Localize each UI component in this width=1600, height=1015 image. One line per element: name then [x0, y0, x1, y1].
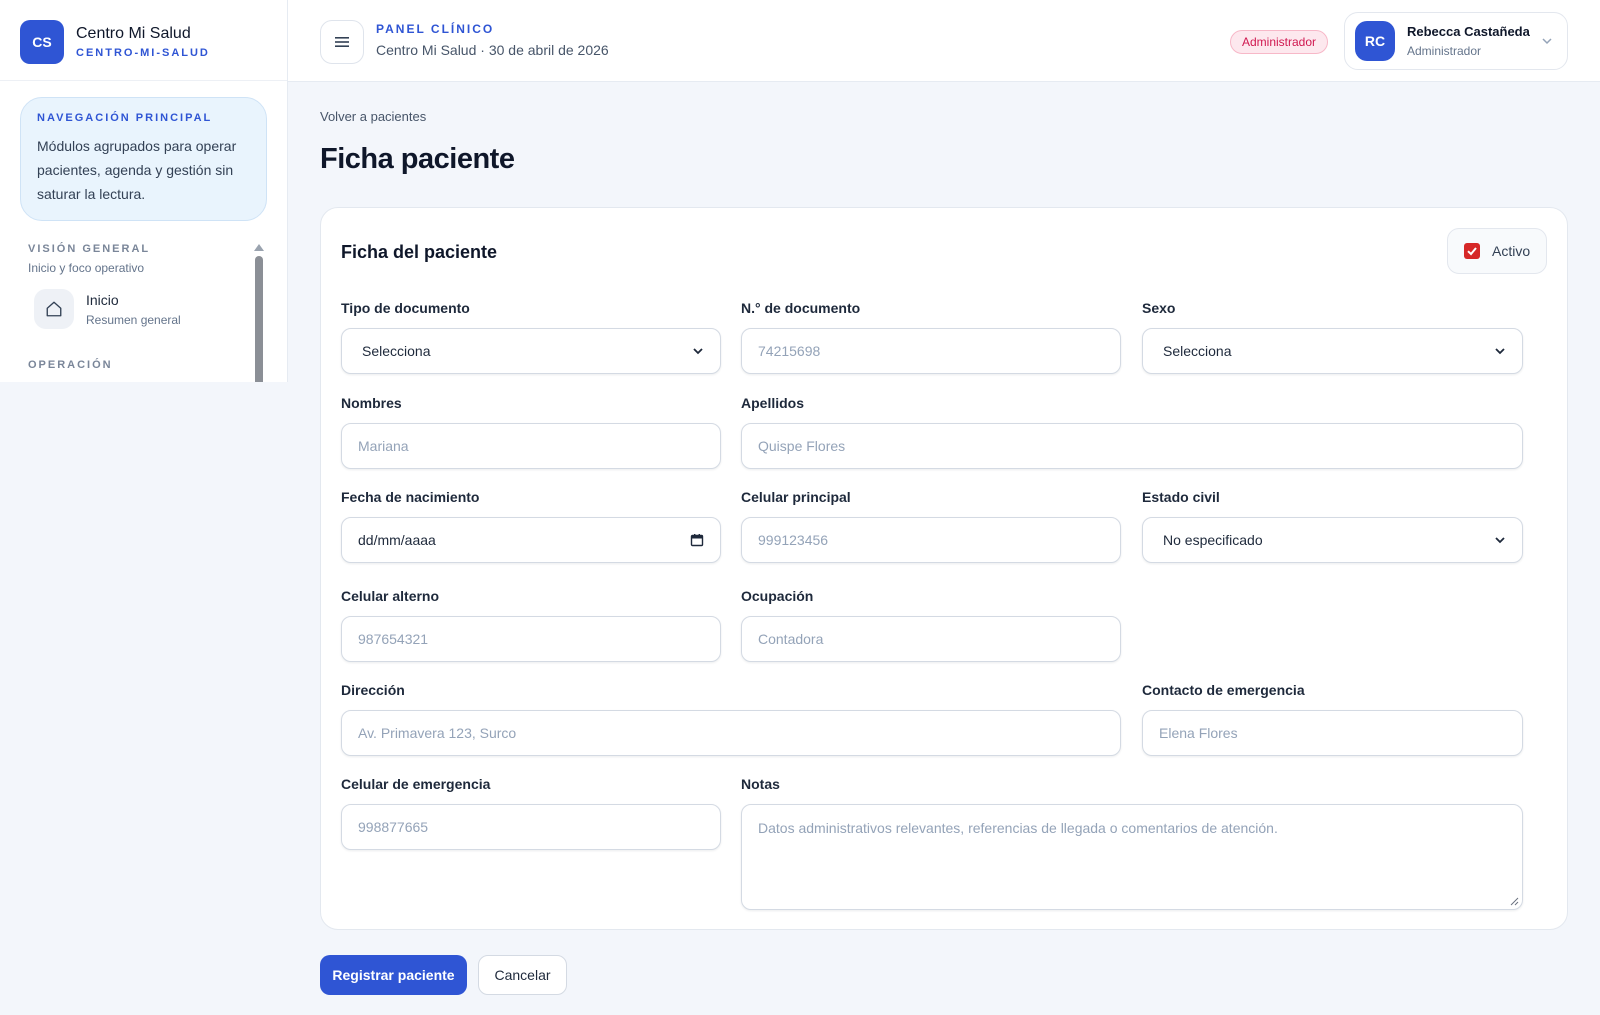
- select-value: No especificado: [1163, 532, 1263, 548]
- field-label: Celular de emergencia: [341, 776, 491, 792]
- field-direccion: Dirección Av. Primavera 123, Surco: [341, 682, 1121, 756]
- sidebar-item-inicio[interactable]: Inicio Resumen general: [34, 289, 287, 329]
- sidebar: CS Centro Mi Salud CENTRO-MI-SALUD NAVEG…: [0, 0, 288, 382]
- celular-alterno-input[interactable]: 987654321: [341, 616, 721, 662]
- home-icon: [34, 289, 74, 329]
- select-value: Selecciona: [1163, 343, 1232, 359]
- nombres-input[interactable]: Mariana: [341, 423, 721, 469]
- field-label: Tipo de documento: [341, 300, 470, 316]
- sidebar-item-label: Inicio: [86, 291, 119, 308]
- field-label: Contacto de emergencia: [1142, 682, 1305, 698]
- user-menu[interactable]: RC Rebecca Castañeda Administrador: [1344, 12, 1568, 70]
- input-placeholder: Elena Flores: [1159, 725, 1238, 741]
- notas-textarea[interactable]: Datos administrativos relevantes, refere…: [741, 804, 1523, 910]
- chevron-down-icon: [1542, 38, 1552, 45]
- scroll-thumb[interactable]: [255, 256, 263, 382]
- active-checkbox[interactable]: Activo: [1447, 228, 1547, 274]
- apellidos-input[interactable]: Quispe Flores: [741, 423, 1523, 469]
- menu-toggle-button[interactable]: [320, 20, 364, 64]
- field-notas: Notas Datos administrativos relevantes, …: [741, 776, 1523, 910]
- brand-logo: CS: [20, 20, 64, 64]
- chevron-down-icon: [1495, 537, 1505, 544]
- sexo-select[interactable]: Selecciona: [1142, 328, 1523, 374]
- celular-emergencia-input[interactable]: 998877665: [341, 804, 721, 850]
- field-label: Estado civil: [1142, 489, 1220, 505]
- brand-name: Centro Mi Salud: [76, 25, 191, 42]
- brand-slug: CENTRO-MI-SALUD: [76, 47, 210, 59]
- direccion-input[interactable]: Av. Primavera 123, Surco: [341, 710, 1121, 756]
- field-label: Dirección: [341, 682, 405, 698]
- resize-handle-icon[interactable]: [1510, 897, 1519, 906]
- input-placeholder: Contadora: [758, 631, 824, 647]
- field-apellidos: Apellidos Quispe Flores: [741, 395, 1523, 469]
- section-title-operacion: OPERACIÓN: [28, 359, 113, 371]
- celular-principal-input[interactable]: 999123456: [741, 517, 1121, 563]
- estado-civil-select[interactable]: No especificado: [1142, 517, 1523, 563]
- top-header: PANEL CLÍNICO Centro Mi Salud · 30 de ab…: [288, 0, 1600, 82]
- input-placeholder: 74215698: [758, 343, 821, 359]
- hamburger-icon: [335, 37, 349, 47]
- field-label: Notas: [741, 776, 780, 792]
- field-numero-documento: N.° de documento 74215698: [741, 300, 1121, 374]
- register-patient-button[interactable]: Registrar paciente: [320, 955, 467, 995]
- field-sexo: Sexo Selecciona: [1142, 300, 1523, 374]
- page-title: Ficha paciente: [320, 143, 515, 175]
- scroll-up-arrow-icon[interactable]: [254, 244, 264, 251]
- header-eyebrow: PANEL CLÍNICO: [376, 22, 495, 36]
- ocupacion-input[interactable]: Contadora: [741, 616, 1121, 662]
- section-subtitle: Inicio y foco operativo: [28, 261, 145, 275]
- input-placeholder: 999123456: [758, 532, 829, 548]
- contacto-emergencia-input[interactable]: Elena Flores: [1142, 710, 1523, 756]
- avatar: RC: [1355, 21, 1395, 61]
- back-to-patients-link[interactable]: Volver a pacientes: [320, 109, 426, 124]
- checkbox-checked-icon[interactable]: [1464, 243, 1480, 259]
- field-label: Ocupación: [741, 588, 814, 604]
- chevron-down-icon: [693, 348, 703, 355]
- field-celular-principal: Celular principal 999123456: [741, 489, 1121, 563]
- header-subtitle: Centro Mi Salud · 30 de abril de 2026: [376, 42, 609, 58]
- select-value: Selecciona: [362, 343, 431, 359]
- card-title: Ficha del paciente: [341, 242, 498, 262]
- sidebar-item-sub: Resumen general: [86, 312, 181, 327]
- field-label: N.° de documento: [741, 300, 861, 316]
- nav-info-card: NAVEGACIÓN PRINCIPAL Módulos agrupados p…: [20, 97, 267, 221]
- section-title-vision-general: VISIÓN GENERAL: [28, 243, 151, 255]
- field-celular-emergencia: Celular de emergencia 998877665: [341, 776, 721, 850]
- tipo-documento-select[interactable]: Selecciona: [341, 328, 721, 374]
- user-name: Rebecca Castañeda: [1407, 24, 1530, 39]
- input-placeholder: Quispe Flores: [758, 438, 846, 454]
- field-label: Celular alterno: [341, 588, 440, 604]
- input-placeholder: Av. Primavera 123, Surco: [358, 725, 517, 741]
- brand[interactable]: CS Centro Mi Salud CENTRO-MI-SALUD: [0, 0, 287, 81]
- field-label: Celular principal: [741, 489, 851, 505]
- field-ocupacion: Ocupación Contadora: [741, 588, 1121, 662]
- nav-card-title: NAVEGACIÓN PRINCIPAL: [37, 112, 213, 124]
- field-label: Nombres: [341, 395, 402, 411]
- cancel-button[interactable]: Cancelar: [478, 955, 567, 995]
- field-label: Sexo: [1142, 300, 1176, 316]
- user-role: Administrador: [1407, 44, 1482, 58]
- field-contacto-emergencia: Contacto de emergencia Elena Flores: [1142, 682, 1523, 756]
- sidebar-scrollbar[interactable]: [254, 244, 264, 382]
- role-badge: Administrador: [1230, 30, 1329, 54]
- date-value: dd/mm/aaaa: [358, 532, 436, 548]
- field-tipo-documento: Tipo de documento Selecciona: [341, 300, 721, 374]
- field-fecha-nacimiento: Fecha de nacimiento dd/mm/aaaa: [341, 489, 721, 563]
- active-label: Activo: [1492, 243, 1531, 259]
- calendar-icon[interactable]: [690, 533, 704, 547]
- nav-card-text: Módulos agrupados para operar pacientes,…: [37, 138, 237, 202]
- fecha-nacimiento-input[interactable]: dd/mm/aaaa: [341, 517, 721, 563]
- textarea-placeholder: Datos administrativos relevantes, refere…: [758, 820, 1278, 836]
- field-label: Apellidos: [741, 395, 805, 411]
- field-nombres: Nombres Mariana: [341, 395, 721, 469]
- chevron-down-icon: [1495, 348, 1505, 355]
- input-placeholder: 998877665: [358, 819, 429, 835]
- input-placeholder: Mariana: [358, 438, 409, 454]
- input-placeholder: 987654321: [358, 631, 429, 647]
- numero-documento-input[interactable]: 74215698: [741, 328, 1121, 374]
- field-label: Fecha de nacimiento: [341, 489, 480, 505]
- patient-form-card: Ficha del paciente Activo Tipo de docume…: [320, 207, 1568, 930]
- field-estado-civil: Estado civil No especificado: [1142, 489, 1523, 563]
- field-celular-alterno: Celular alterno 987654321: [341, 588, 721, 662]
